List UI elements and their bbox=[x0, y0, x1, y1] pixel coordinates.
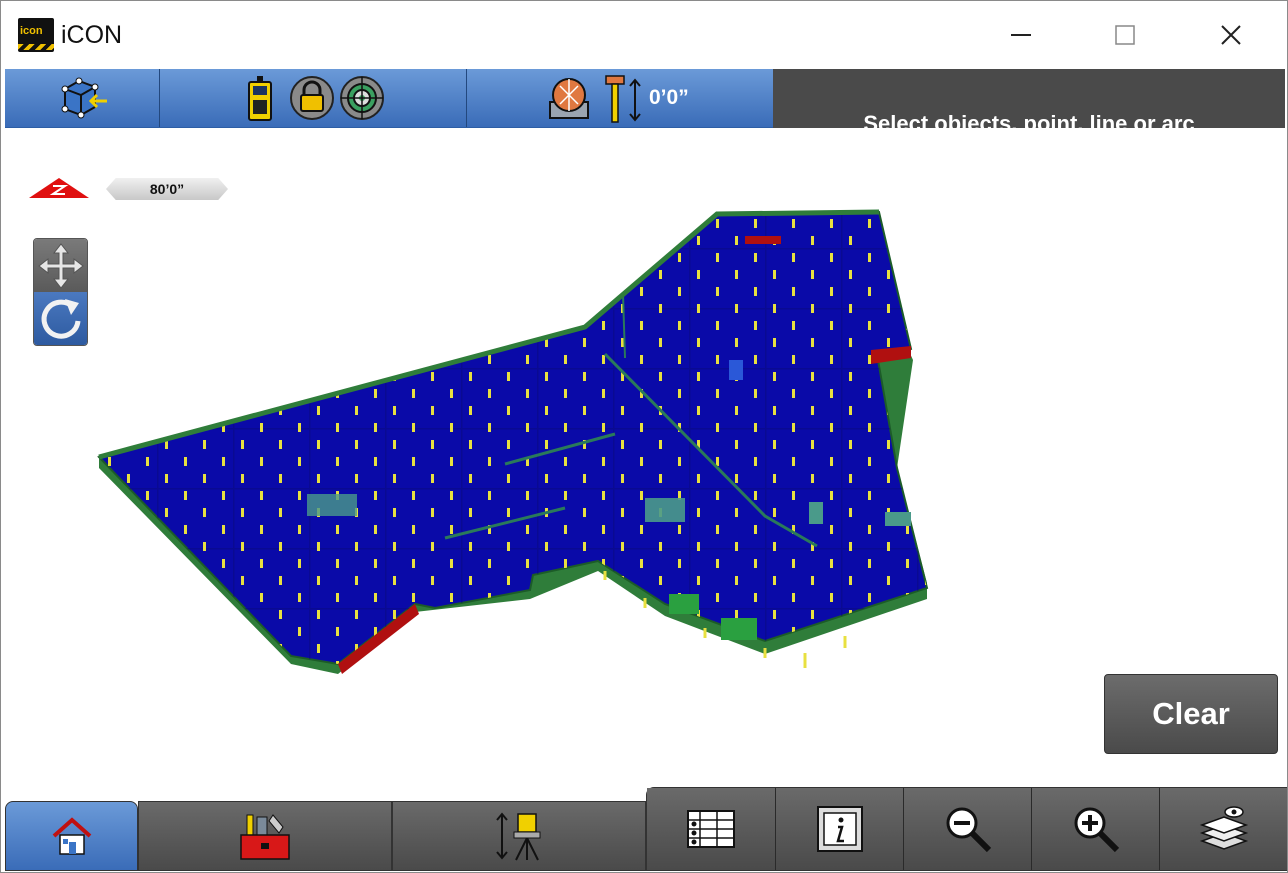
title-bar: icon iCON bbox=[1, 1, 1287, 69]
table-button[interactable] bbox=[647, 788, 775, 870]
info-button[interactable] bbox=[775, 788, 904, 870]
bottom-nav bbox=[1, 787, 1287, 872]
layers-button[interactable] bbox=[1159, 788, 1287, 870]
window-title: iCON bbox=[61, 21, 123, 49]
prism-icon[interactable] bbox=[547, 73, 591, 125]
tab-tools[interactable] bbox=[138, 801, 392, 871]
top-toolbar: 0’0” bbox=[5, 69, 773, 128]
clear-button[interactable]: Clear bbox=[1104, 674, 1278, 754]
height-rod-icon[interactable] bbox=[601, 73, 645, 125]
3d-viewport[interactable]: 80’0” Clear bbox=[5, 128, 1285, 801]
zoom-out-icon bbox=[946, 807, 992, 853]
minimize-button[interactable] bbox=[998, 15, 1044, 55]
close-button[interactable] bbox=[1208, 15, 1254, 55]
controller-icon[interactable] bbox=[245, 75, 275, 125]
app-logo: icon bbox=[18, 18, 54, 52]
zoom-in-button[interactable] bbox=[1031, 788, 1160, 870]
zoom-in-icon bbox=[1074, 807, 1120, 853]
stakeout-icon bbox=[496, 812, 541, 861]
target-icon[interactable] bbox=[338, 74, 386, 122]
maximize-button[interactable] bbox=[1102, 15, 1148, 55]
lock-icon[interactable] bbox=[288, 74, 336, 122]
info-icon bbox=[817, 806, 863, 852]
tab-stakeout[interactable] bbox=[392, 801, 646, 871]
layers-icon bbox=[1199, 806, 1249, 850]
tab-home[interactable] bbox=[5, 801, 138, 871]
app-logo-text: icon bbox=[20, 25, 43, 37]
building-model[interactable] bbox=[5, 128, 1285, 801]
home-icon bbox=[52, 817, 91, 855]
table-icon bbox=[687, 810, 735, 848]
select-3d-icon[interactable] bbox=[55, 73, 111, 123]
toolbox-icon bbox=[240, 814, 290, 860]
view-tools bbox=[646, 787, 1287, 871]
zoom-out-button[interactable] bbox=[903, 788, 1032, 870]
app-window: icon iCON 0’0” Select objects, point, li… bbox=[0, 0, 1288, 873]
instrument-height-value[interactable]: 0’0” bbox=[649, 86, 689, 110]
